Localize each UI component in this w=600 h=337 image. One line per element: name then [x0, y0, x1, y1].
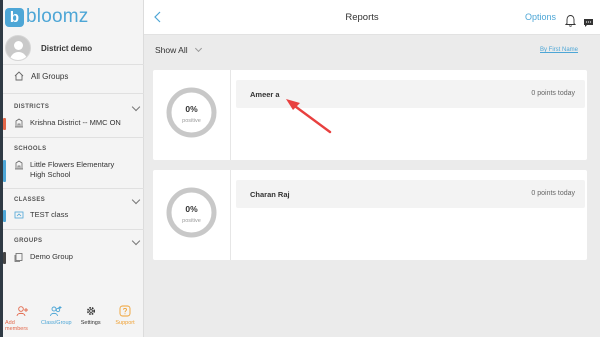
add-members-button[interactable]: Add members — [5, 305, 39, 337]
divider — [3, 64, 144, 65]
sidebar-item-school[interactable]: Little Flowers Elementary High School — [3, 160, 131, 182]
student-card[interactable]: 0% positive Charan Raj 0 points today — [153, 170, 587, 260]
section-title-groups: GROUPS — [14, 238, 43, 244]
group-icon — [14, 253, 23, 262]
chevron-down-icon — [194, 44, 202, 53]
avatar — [5, 35, 31, 61]
page-title: Reports — [345, 12, 379, 23]
divider — [3, 137, 144, 138]
class-group-label: Class/Group — [41, 320, 72, 326]
color-bar — [3, 160, 6, 182]
color-bar — [3, 118, 6, 130]
sort-by-first-name-link[interactable]: By First Name — [540, 47, 578, 53]
add-group-icon — [50, 306, 62, 317]
percent-value: 0% — [185, 204, 198, 214]
logo-mark: b — [5, 7, 24, 27]
question-icon — [119, 305, 131, 317]
sidebar-item-label: TEST class — [30, 210, 69, 219]
sidebar-item-label: All Groups — [31, 71, 69, 81]
home-icon — [14, 71, 24, 81]
section-title-districts: DISTRICTS — [14, 104, 50, 110]
options-button[interactable]: Options — [525, 12, 556, 22]
divider — [3, 229, 144, 230]
building-icon — [15, 118, 23, 128]
percent-caption: positive — [182, 118, 201, 124]
bell-icon[interactable] — [565, 14, 576, 27]
student-name: Ameer a — [250, 90, 280, 99]
color-bar — [3, 210, 6, 222]
sidebar-item-label: Little Flowers Elementary High School — [30, 160, 115, 179]
logo-text: bloomz — [26, 6, 89, 27]
divider — [3, 188, 144, 189]
points-today: 0 points today — [531, 90, 575, 97]
section-title-classes: CLASSES — [14, 197, 46, 203]
settings-label: Settings — [80, 320, 101, 326]
color-bar — [3, 252, 6, 264]
sidebar-item-label: Krishna District -- MMC ON — [30, 118, 121, 127]
percent-panel: 0% positive — [153, 170, 231, 260]
sidebar-item-group[interactable]: Demo Group — [3, 252, 144, 264]
show-all-dropdown[interactable]: Show All — [155, 44, 202, 55]
building-icon — [15, 160, 23, 170]
sidebar-item-all-groups[interactable]: All Groups — [14, 71, 68, 81]
support-label: Support — [115, 320, 135, 326]
profile-name: District demo — [41, 43, 93, 53]
divider — [3, 93, 144, 94]
student-card[interactable]: 0% positive Ameer a 0 points today — [153, 70, 587, 160]
profile[interactable]: District demo — [5, 34, 141, 62]
percent-value: 0% — [185, 104, 198, 114]
top-bar: Reports Options — [144, 0, 600, 35]
class-board-icon — [14, 211, 24, 219]
add-user-icon — [16, 306, 28, 317]
bottom-action-bar: Add members Class/Group Settings Support — [3, 305, 144, 337]
student-header[interactable]: Charan Raj 0 points today — [236, 180, 585, 208]
gear-icon — [86, 306, 95, 316]
support-button[interactable]: Support — [108, 305, 142, 337]
annotation-arrow-icon — [286, 99, 332, 134]
percent-caption: positive — [182, 218, 201, 224]
sidebar-item-label: Demo Group — [30, 252, 73, 261]
student-name: Charan Raj — [250, 190, 290, 199]
settings-button[interactable]: Settings — [74, 305, 108, 337]
reports-main: Show All By First Name 0% positive Ameer… — [144, 35, 600, 337]
chat-icon[interactable] — [583, 18, 594, 28]
points-today: 0 points today — [531, 190, 575, 197]
sidebar-item-district[interactable]: Krishna District -- MMC ON — [3, 118, 144, 130]
app-logo[interactable]: b bloomz — [5, 6, 89, 27]
section-title-schools: SCHOOLS — [14, 146, 47, 152]
percent-panel: 0% positive — [153, 70, 231, 160]
filter-label: Show All — [155, 45, 188, 55]
class-group-button[interactable]: Class/Group — [39, 305, 73, 337]
add-members-label: Add members — [5, 320, 28, 332]
sidebar-item-class[interactable]: TEST class — [3, 210, 144, 222]
